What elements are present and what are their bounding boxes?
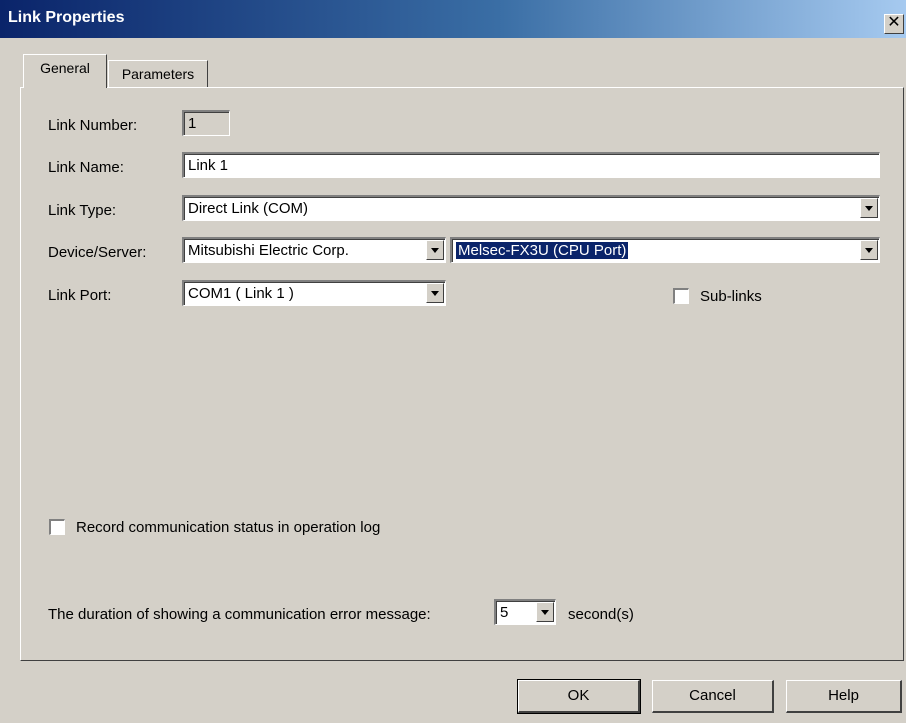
- close-icon: ✕: [887, 14, 901, 31]
- help-button[interactable]: Help: [786, 680, 902, 713]
- error-duration-chevron-down-icon[interactable]: [536, 602, 554, 622]
- link-port-chevron-down-icon[interactable]: [426, 283, 444, 303]
- close-button[interactable]: ✕: [884, 14, 904, 34]
- link-type-dropdown[interactable]: Direct Link (COM): [182, 195, 880, 221]
- link-name-label: Link Name:: [48, 159, 124, 176]
- link-properties-dialog: Link Properties ✕ General Parameters Lin…: [0, 0, 906, 723]
- device-server-label: Device/Server:: [48, 244, 147, 261]
- link-number-value: 1: [188, 115, 197, 132]
- record-status-label[interactable]: Record communication status in operation…: [76, 519, 380, 536]
- tab-parameters[interactable]: Parameters: [108, 60, 208, 88]
- ok-button-label: OK: [567, 687, 590, 704]
- tab-general-label: General: [40, 60, 90, 76]
- record-status-checkbox[interactable]: [49, 519, 65, 535]
- link-port-label: Link Port:: [48, 287, 112, 304]
- cancel-button-label: Cancel: [689, 687, 736, 704]
- title-bar[interactable]: Link Properties ✕: [0, 0, 906, 38]
- link-name-input[interactable]: Link 1: [182, 152, 880, 178]
- manufacturer-value: Mitsubishi Electric Corp.: [188, 242, 349, 259]
- sub-links-checkbox[interactable]: [673, 288, 689, 304]
- link-type-chevron-down-icon[interactable]: [860, 198, 878, 218]
- device-model-dropdown[interactable]: Melsec-FX3U (CPU Port): [450, 237, 880, 263]
- help-button-label: Help: [828, 687, 859, 704]
- error-duration-unit: second(s): [568, 606, 634, 623]
- device-model-chevron-down-icon[interactable]: [860, 240, 878, 260]
- tab-parameters-label: Parameters: [121, 66, 195, 82]
- tab-general[interactable]: General: [23, 54, 107, 88]
- error-duration-dropdown[interactable]: 5: [494, 599, 556, 625]
- link-number-label: Link Number:: [48, 117, 138, 134]
- link-number-field: 1: [182, 110, 230, 136]
- link-type-value: Direct Link (COM): [188, 200, 309, 217]
- error-duration-label: The duration of showing a communication …: [48, 606, 431, 623]
- manufacturer-dropdown[interactable]: Mitsubishi Electric Corp.: [182, 237, 446, 263]
- link-type-label: Link Type:: [48, 202, 117, 219]
- sub-links-label[interactable]: Sub-links: [700, 288, 762, 305]
- link-port-value: COM1 ( Link 1 ): [188, 285, 294, 302]
- window-title: Link Properties: [8, 9, 125, 26]
- cancel-button[interactable]: Cancel: [652, 680, 774, 713]
- manufacturer-chevron-down-icon[interactable]: [426, 240, 444, 260]
- error-duration-value: 5: [500, 604, 509, 621]
- link-port-dropdown[interactable]: COM1 ( Link 1 ): [182, 280, 446, 306]
- device-model-value: Melsec-FX3U (CPU Port): [456, 242, 629, 259]
- link-name-value: Link 1: [188, 157, 229, 174]
- ok-button[interactable]: OK: [517, 679, 641, 714]
